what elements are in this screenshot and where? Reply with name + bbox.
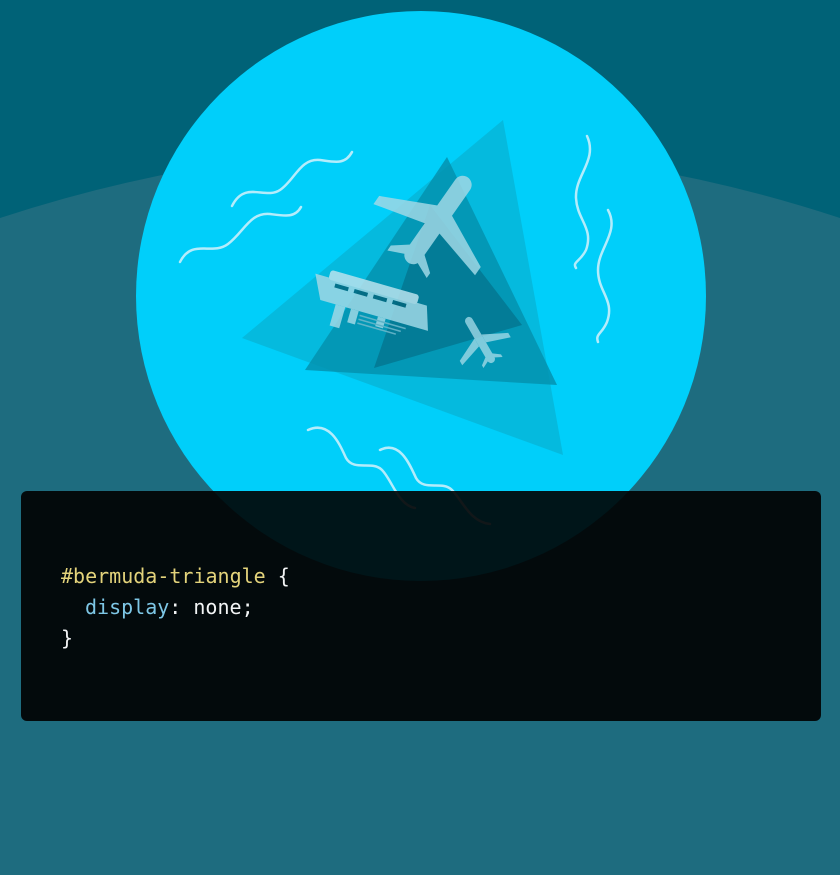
css-value: none [193,595,242,619]
code-line-selector: #bermuda-triangle { [61,561,821,592]
code-line-declaration: display: none; [61,592,821,623]
bermuda-triangle-scene: #bermuda-triangle { display: none; } [0,0,840,875]
semicolon: ; [241,595,254,619]
colon: : [169,595,194,619]
code-line-close: } [61,623,821,654]
css-selector: #bermuda-triangle [61,564,266,588]
bermuda-illustration [0,0,840,875]
css-property: display [85,595,170,619]
close-brace: } [61,626,74,650]
code-block: #bermuda-triangle { display: none; } [21,491,821,721]
open-brace: { [265,564,290,588]
